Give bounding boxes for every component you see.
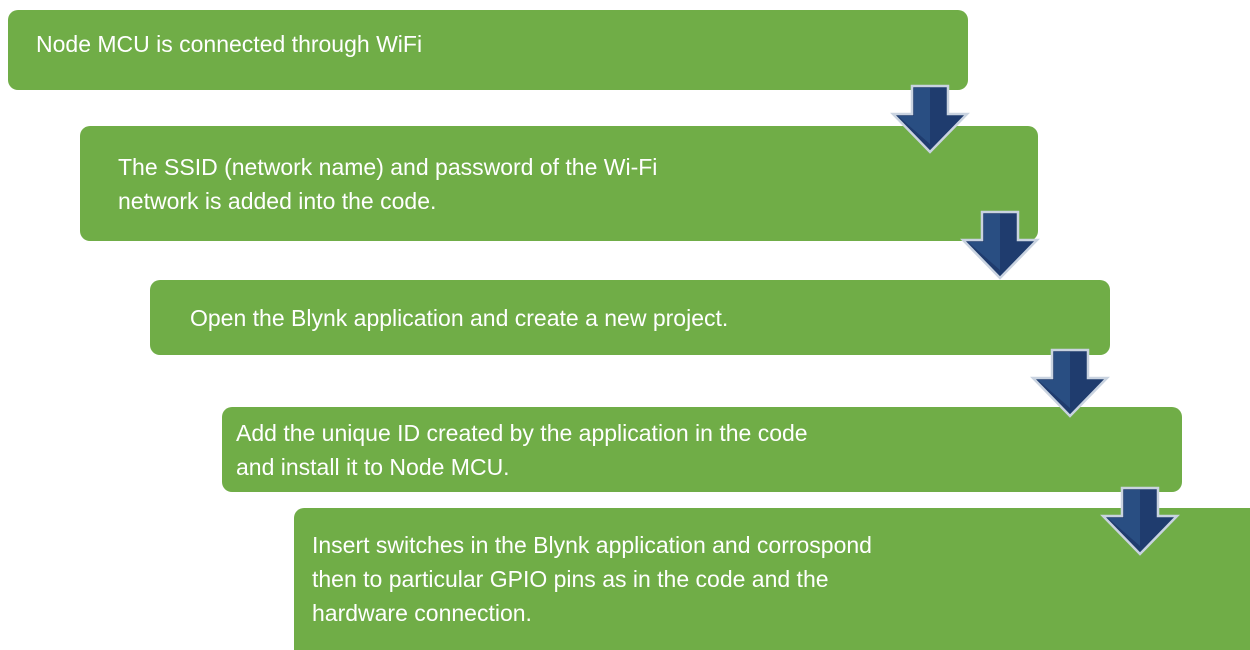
flow-step-5-label: Insert switches in the Blynk application…	[312, 532, 872, 626]
flow-step-4: Add the unique ID created by the applica…	[222, 407, 1182, 492]
flow-step-3-label: Open the Blynk application and create a …	[190, 304, 729, 331]
down-arrow-icon	[1100, 486, 1180, 556]
flow-step-1: Node MCU is connected through WiFi	[8, 10, 968, 90]
down-arrow-icon	[960, 210, 1040, 280]
flow-step-1-label: Node MCU is connected through WiFi	[36, 31, 423, 57]
flow-step-4-label: Add the unique ID created by the applica…	[236, 419, 808, 480]
down-arrow-icon	[890, 84, 970, 154]
flow-step-2-label: The SSID (network name) and password of …	[118, 153, 658, 214]
down-arrow-icon	[1030, 348, 1110, 418]
flow-step-3: Open the Blynk application and create a …	[150, 280, 1110, 355]
